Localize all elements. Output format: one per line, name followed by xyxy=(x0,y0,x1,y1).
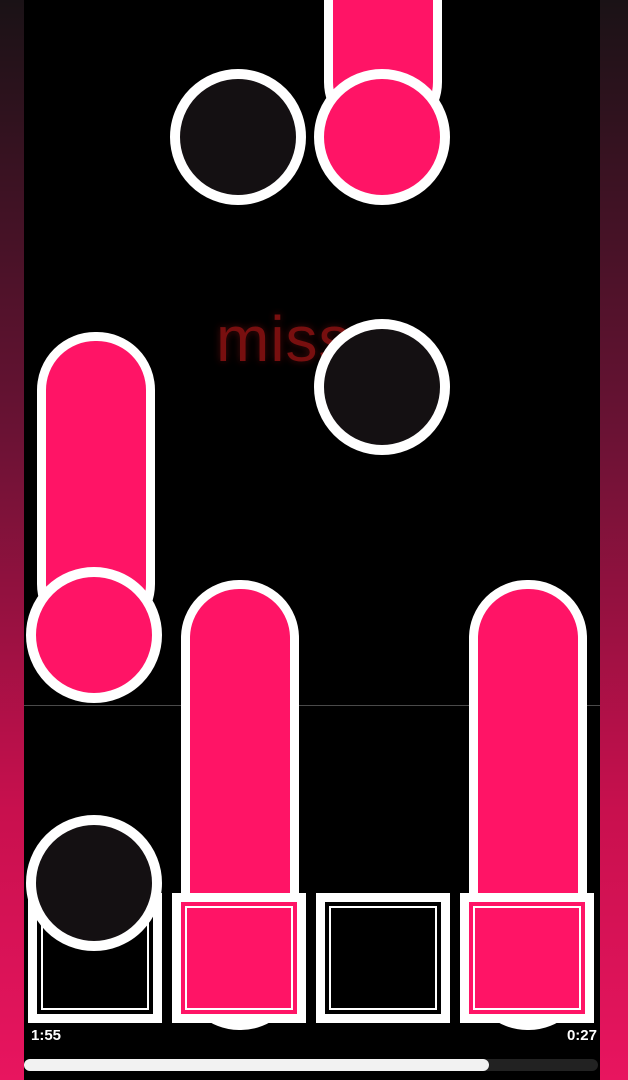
hold-note-head xyxy=(26,567,162,703)
lane-key-inner xyxy=(329,906,437,1010)
tap-note xyxy=(170,69,306,205)
left-side-gradient xyxy=(0,0,24,1080)
tap-note xyxy=(26,815,162,951)
tap-note xyxy=(314,319,450,455)
lane-key-4[interactable] xyxy=(460,893,594,1023)
time-elapsed: 1:55 xyxy=(31,1027,62,1044)
time-remaining: 0:27 xyxy=(566,1027,597,1044)
lane-key-inner xyxy=(473,906,581,1010)
lane-key-3[interactable] xyxy=(316,893,450,1023)
song-progress-fill xyxy=(24,1059,489,1071)
hold-note-head xyxy=(314,69,450,205)
song-progress-bar[interactable] xyxy=(24,1059,598,1071)
right-side-gradient xyxy=(600,0,628,1080)
lane-key-2[interactable] xyxy=(172,893,306,1023)
lane-key-inner xyxy=(185,906,293,1010)
